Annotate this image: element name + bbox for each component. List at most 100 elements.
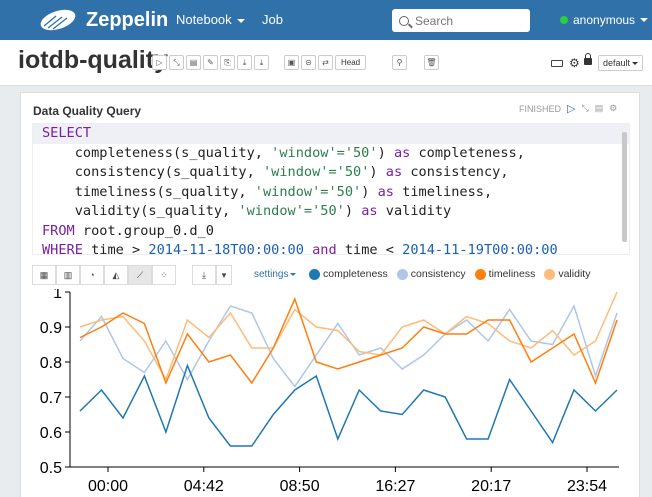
revisions-button[interactable]: ⇄ [318,55,333,70]
compare-button[interactable]: ⊝ [301,55,316,70]
legend-label: validity [558,268,591,280]
scatter-chart-button[interactable]: ⁘ [152,265,176,285]
brand-name: Zeppelin [86,8,169,31]
top-navbar: Zeppelin Notebook Job anonymous [0,0,652,40]
version-control-button[interactable]: ▣ [284,55,299,70]
series-line-consistency[interactable] [79,304,618,388]
legend-label: consistency [410,268,466,280]
y-tick-label: 0.5 [40,460,62,477]
download-button[interactable]: ⤓ [254,55,269,70]
keyword: and [303,242,337,255]
interpreter-label: default [603,58,631,68]
code-line: validity(s_quality, 'window'='50') as va… [33,202,629,222]
search-input[interactable] [415,13,515,28]
toggle-code-button[interactable]: ⤡ [169,55,184,70]
legend-item[interactable]: completeness [309,268,388,280]
code-text: completeness, [410,144,525,161]
x-tick-label: 23:54 [567,478,607,495]
legend-item[interactable]: timeliness [474,268,536,280]
keyboard-shortcut-icon[interactable] [551,60,563,67]
code-text: ) [377,144,394,161]
chevron-down-icon [640,18,649,22]
y-tick-label: 0.6 [40,425,62,442]
legend-label: completeness [323,268,388,280]
brand[interactable]: Zeppelin [36,6,168,34]
chart-toolbar: ▦ ▥ ◔ ◭ ⟋ ⁘ ⤓ ▾ settings completeness co… [32,265,632,287]
trash-button[interactable]: 🗑 [424,55,439,70]
legend-swatch [309,268,320,280]
job-link[interactable]: Job [262,12,283,27]
run-paragraph-icon[interactable]: ▷ [567,102,575,115]
find-button[interactable]: ⚲ [392,55,407,70]
x-tick-label: 16:27 [375,478,415,495]
toggle-editor-icon[interactable]: ⤡ [581,103,588,114]
date-literal: 2014-11-19T00:00:00 [402,242,558,255]
table-view-button[interactable]: ▦ [32,265,56,285]
paragraph-card: Data Quality Query FINISHED ▷ ⤡ ▤ ⚙ SELE… [20,92,640,497]
pie-chart-button[interactable]: ◔ [80,265,104,285]
user-menu[interactable]: anonymous [560,13,649,27]
editor-scrollbar[interactable] [622,132,627,242]
code-text: timeliness(s_quality, [42,183,255,200]
legend-item[interactable]: consistency [396,268,466,280]
lock-icon[interactable] [584,53,592,65]
download-options-button[interactable]: ▾ [216,265,232,285]
download-data-button[interactable]: ⤓ [192,265,216,285]
clone-button[interactable]: ⎘ [220,55,235,70]
clear-output-button[interactable]: ✎ [203,55,218,70]
paragraph-controls: FINISHED ▷ ⤡ ▤ ⚙ [519,102,617,115]
code-text: time < [336,242,403,255]
settings-label: settings [254,269,289,280]
y-tick-label: 1 [53,289,62,302]
chart-legend: completeness consistency timeliness vali… [309,268,599,280]
line-chart-button[interactable]: ⟋ [128,265,152,285]
search-box [392,9,530,32]
keyword: as [385,164,403,180]
code-text: ) [361,183,378,200]
x-tick-label: 04:42 [184,478,224,495]
interpreter-select[interactable]: default [598,55,644,71]
legend-swatch [396,268,408,280]
string-literal: 'window'='50' [238,203,345,219]
notebook-menu[interactable]: Notebook [176,12,245,27]
gear-icon[interactable]: ⚙ [569,56,580,70]
keyword: as [361,203,378,219]
line-chart: 0.5 0.6 0.7 0.8 0.9 1 00:00 04:42 08:50 16:27 20:1… [40,289,619,495]
chevron-down-icon [632,62,639,66]
legend-label: timeliness [488,268,536,280]
paragraph-title[interactable]: Data Quality Query [33,104,141,118]
code-text: validity [377,203,452,219]
keyword: FROM [42,222,75,239]
code-text: completeness(s_quality, [42,144,272,161]
code-text: time > [82,242,149,255]
keyword: as [377,183,394,200]
export-button[interactable]: ⤓ [237,55,252,70]
series-line-completeness[interactable] [79,363,618,447]
chevron-down-icon [236,18,245,23]
connection-status-icon [560,16,568,24]
user-name: anonymous [573,13,636,27]
code-line: consistency(s_quality, 'window'='50') as… [33,163,629,183]
code-text: consistency(s_quality, [42,164,263,180]
head-revision-button[interactable]: Head [335,55,367,70]
run-all-button[interactable]: ▷ [152,55,167,70]
toggle-output-icon[interactable]: ▤ [595,103,604,114]
x-tick-label: 20:17 [471,478,511,495]
code-line: WHERE time > 2014-11-18T00:00:00 and tim… [33,241,629,255]
keyword: SELECT [42,125,92,141]
code-text: validity(s_quality, [42,203,239,219]
code-text: timeliness, [393,183,493,200]
chart-settings-toggle[interactable]: settings [254,269,297,280]
legend-item[interactable]: validity [544,268,590,280]
string-literal: 'window'='50' [271,144,378,161]
area-chart-button[interactable]: ◭ [104,265,128,285]
keyword: as [393,144,411,161]
paragraph-status: FINISHED [519,103,562,114]
notebook-title[interactable]: iotdb-quality [18,46,168,75]
code-editor[interactable]: SELECT completeness(s_quality, 'window'=… [32,123,630,255]
toggle-output-button[interactable]: ▤ [186,55,201,70]
paragraph-settings-icon[interactable]: ⚙ [609,103,617,114]
bar-chart-button[interactable]: ▥ [56,265,80,285]
code-text: root.group_0.d_0 [74,222,214,239]
code-line: completeness(s_quality, 'window'='50') a… [33,144,629,164]
